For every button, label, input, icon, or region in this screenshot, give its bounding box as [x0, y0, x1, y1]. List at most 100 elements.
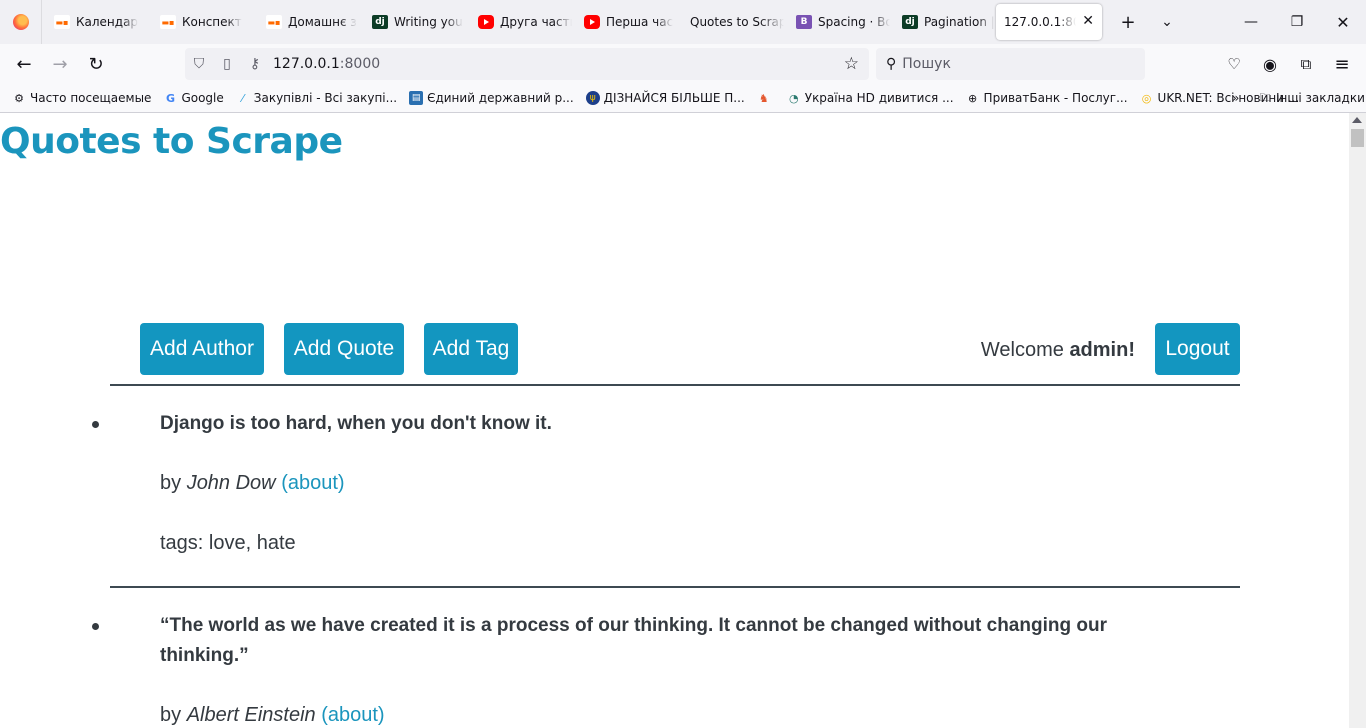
- back-arrow-icon[interactable]: ←: [10, 50, 38, 78]
- rd-icon: ▬▪: [160, 15, 176, 29]
- navigation-toolbar: ← → ↻ ⛉ ▯ ⚷ 127.0.0.1:8000 ☆ ⚲ Пошук ♡ ◉…: [0, 44, 1366, 84]
- rd-icon: ▬▪: [266, 15, 282, 29]
- google-icon: G: [165, 91, 175, 105]
- tab-pagination[interactable]: dj Pagination |: [890, 0, 996, 44]
- tab-bootstrap[interactable]: B Spacing · Bo: [784, 0, 890, 44]
- window-close-icon[interactable]: ✕: [1320, 0, 1366, 44]
- tab-title: 127.0.0.1:8000: [1004, 15, 1076, 29]
- tab-writing[interactable]: dj Writing you: [360, 0, 466, 44]
- bookmark-privatbank[interactable]: ⊕ ПриватБанк - Послуг...: [958, 84, 1132, 113]
- bookmarks-toolbar: ⚙ Часто посещаемые G Google ⁄ Закупівлі …: [0, 84, 1366, 113]
- forward-arrow-icon[interactable]: →: [46, 50, 74, 78]
- bookmark-ukraine-hd[interactable]: ◔ Україна HD дивитися ...: [779, 84, 958, 113]
- add-tag-button[interactable]: Add Tag: [424, 323, 518, 375]
- bookmark-label: Закупівлі - Всі закупі...: [253, 91, 398, 105]
- registry-icon: ▤: [409, 91, 424, 105]
- other-bookmarks-label: Інші закладки: [1276, 91, 1365, 105]
- welcome-prefix: Welcome: [980, 339, 1064, 361]
- django-icon: dj: [372, 15, 388, 29]
- gear-icon: ⚙: [14, 91, 24, 105]
- add-quote-button[interactable]: Add Quote: [284, 323, 404, 375]
- firefox-menu-button[interactable]: [0, 0, 42, 44]
- logout-button[interactable]: Logout: [1155, 323, 1240, 375]
- scroll-up-arrow-icon[interactable]: [1352, 117, 1362, 123]
- tab-youtube-1[interactable]: Перша час: [572, 0, 678, 44]
- close-tab-icon[interactable]: ✕: [1082, 13, 1094, 29]
- tab-homework[interactable]: ▬▪ Домашнє з: [254, 0, 360, 44]
- cat-icon: ♞: [758, 91, 769, 105]
- bookmark-label: Часто посещаемые: [30, 91, 152, 105]
- bookmark-emblem[interactable]: ψ ДІЗНАЙСЯ БІЛЬШЕ П...: [578, 84, 749, 113]
- site-title-link[interactable]: Quotes to Scrape: [0, 121, 343, 162]
- page-icon[interactable]: ▯: [213, 56, 241, 72]
- scroll-thumb[interactable]: [1351, 129, 1364, 147]
- url-host: 127.0.0.1: [273, 56, 340, 72]
- bookmark-star-icon[interactable]: ☆: [844, 54, 859, 74]
- emblem-icon: ψ: [585, 91, 600, 105]
- bookmark-cat[interactable]: ♞: [749, 84, 779, 113]
- url-bar[interactable]: ⛉ ▯ ⚷ 127.0.0.1:8000 ☆: [185, 48, 869, 80]
- bookmark-label: ДІЗНАЙСЯ БІЛЬШЕ П...: [603, 91, 745, 105]
- bullet: [92, 421, 99, 428]
- about-author-link[interactable]: (about): [281, 472, 344, 494]
- eye-icon: ◔: [788, 91, 799, 105]
- tab-youtube-2[interactable]: Друга части: [466, 0, 572, 44]
- tab-title: Writing you: [394, 15, 463, 29]
- reload-icon[interactable]: ↻: [82, 50, 110, 78]
- ukrnet-icon: ◎: [1141, 91, 1152, 105]
- shield-icon[interactable]: ⛉: [185, 56, 213, 72]
- author-name: John Dow: [186, 472, 276, 494]
- restore-icon[interactable]: ❐: [1274, 0, 1320, 44]
- bookmark-label: Єдиний державний р...: [427, 91, 574, 105]
- new-tab-button[interactable]: +: [1109, 0, 1147, 44]
- author-name: Albert Einstein: [186, 704, 316, 726]
- add-author-button[interactable]: Add Author: [140, 323, 264, 375]
- quote-tags: tags: love, hate: [160, 532, 296, 554]
- tab-title: Pagination |: [924, 15, 995, 29]
- extensions-icon[interactable]: ⧉: [1292, 50, 1320, 78]
- key-icon[interactable]: ⚷: [241, 56, 269, 72]
- tab-title: Друга части: [500, 15, 572, 29]
- bookmark-most-visited[interactable]: ⚙ Часто посещаемые: [0, 84, 155, 113]
- about-author-link[interactable]: (about): [321, 704, 384, 726]
- search-icon: ⚲: [886, 56, 897, 72]
- search-input[interactable]: ⚲ Пошук: [876, 48, 1145, 80]
- tab-localhost[interactable]: 127.0.0.1:8000 ✕: [996, 4, 1102, 40]
- tab-calendar[interactable]: ▬▪ Календар: [42, 0, 148, 44]
- globe-icon: ⊕: [967, 91, 978, 105]
- youtube-icon: [584, 15, 600, 29]
- page-content: Quotes to Scrape Add Author Add Quote Ad…: [0, 113, 1349, 728]
- by-label: by: [160, 704, 182, 726]
- tab-konspekt[interactable]: ▬▪ Конспект: [148, 0, 254, 44]
- account-icon[interactable]: ◉: [1256, 50, 1284, 78]
- list-tabs-chevron-down-icon[interactable]: ⌄: [1148, 0, 1186, 44]
- youtube-icon: [478, 15, 494, 29]
- tab-title: Перша час: [606, 15, 674, 29]
- url-text[interactable]: 127.0.0.1:8000: [273, 56, 380, 72]
- tab-quotes[interactable]: Quotes to Scrap: [678, 0, 784, 44]
- welcome-text: Welcome admin!: [981, 339, 1135, 362]
- vertical-scrollbar[interactable]: [1349, 113, 1366, 728]
- minimize-icon[interactable]: —: [1228, 0, 1274, 44]
- other-bookmarks[interactable]: 🗀 Інші закладки: [1250, 84, 1366, 113]
- tab-title: Календар: [76, 15, 139, 29]
- tab-title: Конспект: [182, 15, 242, 29]
- prozorro-icon: ⁄: [241, 91, 244, 105]
- more-bookmarks-chevron-icon[interactable]: »: [1224, 84, 1243, 113]
- bookmark-google[interactable]: G Google: [155, 84, 227, 113]
- pocket-icon[interactable]: ♡: [1220, 50, 1248, 78]
- quote-text: Django is too hard, when you don't know …: [160, 413, 552, 434]
- bookmark-registry[interactable]: ▤ Єдиний державний р...: [401, 84, 578, 113]
- bookmark-label: Україна HD дивитися ...: [804, 91, 954, 105]
- bookmark-label: Google: [181, 91, 224, 105]
- search-placeholder: Пошук: [902, 56, 951, 72]
- quote-text: “The world as we have created it is a pr…: [160, 615, 1107, 666]
- tab-title: Домашнє з: [288, 15, 357, 29]
- folder-icon: 🗀: [1259, 90, 1271, 104]
- rd-icon: ▬▪: [54, 15, 70, 29]
- bookmark-prozorro[interactable]: ⁄ Закупівлі - Всі закупі...: [228, 84, 401, 113]
- tab-strip: ▬▪ Календар ▬▪ Конспект ▬▪ Домашнє з dj …: [0, 0, 1366, 44]
- django-icon: dj: [902, 15, 918, 29]
- url-port: :8000: [339, 56, 381, 72]
- menu-hamburger-icon[interactable]: ≡: [1328, 50, 1356, 78]
